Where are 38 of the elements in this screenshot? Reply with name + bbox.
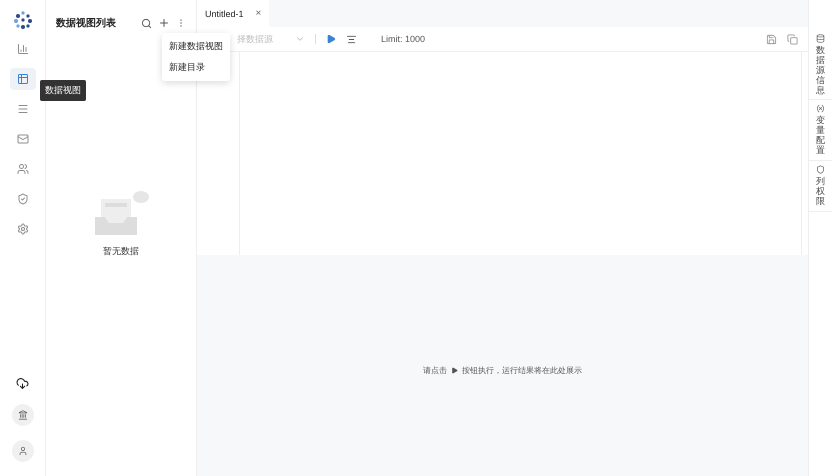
shield-check-icon: [16, 193, 28, 205]
settings-icon: [16, 223, 28, 235]
hint-text: 请点击: [423, 365, 447, 376]
chart-icon: [16, 43, 28, 55]
list-icon: [16, 103, 28, 115]
copy-icon[interactable]: [787, 34, 798, 44]
bank-button[interactable]: [12, 404, 34, 426]
editor-tab[interactable]: Untitled-1 ×: [197, 0, 270, 27]
limit-label: Limit: 1000: [381, 34, 426, 44]
close-icon[interactable]: ×: [256, 8, 262, 19]
empty-text: 暂无数据: [103, 244, 139, 258]
play-icon: [451, 367, 458, 374]
nav-item[interactable]: [10, 68, 36, 90]
plus-icon[interactable]: [158, 17, 170, 29]
mail-icon: [16, 133, 28, 145]
bank-icon: [18, 410, 28, 420]
database-icon: [816, 34, 825, 43]
table-icon: [16, 73, 28, 85]
save-icon[interactable]: [766, 34, 777, 44]
side-tab[interactable]: 列权限: [809, 161, 832, 212]
cloud-download-icon[interactable]: [16, 377, 29, 390]
user-icon: [18, 446, 28, 456]
hint-text: 按钮执行，运行结果将在此处展示: [462, 365, 582, 376]
shield-icon: [816, 165, 825, 174]
side-tab[interactable]: 数据源信息: [809, 30, 832, 100]
search-icon[interactable]: [141, 18, 152, 28]
users-icon: [16, 163, 28, 175]
user-button[interactable]: [12, 440, 34, 462]
menu-item[interactable]: 新建目录: [162, 57, 230, 78]
tooltip: 数据视图: [40, 80, 86, 101]
variable-icon: [816, 104, 825, 114]
logo-icon: [12, 10, 32, 30]
format-icon[interactable]: [346, 34, 357, 44]
run-icon[interactable]: [326, 34, 336, 44]
panel-title: 数据视图列表: [56, 16, 117, 30]
select-text: 择数据源: [237, 32, 273, 46]
menu-item[interactable]: 新建数据视图: [162, 36, 230, 57]
side-tab[interactable]: 变量配置: [809, 100, 832, 162]
